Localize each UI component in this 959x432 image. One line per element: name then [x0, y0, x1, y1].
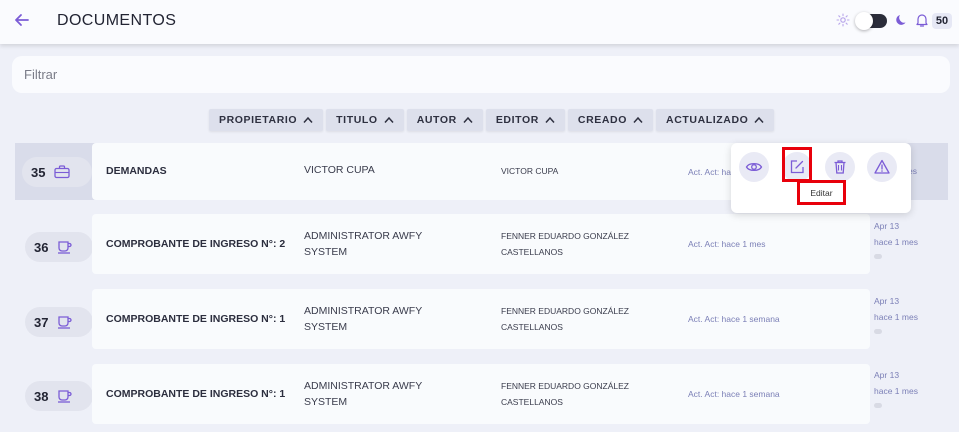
- edit-button-highlight: [782, 147, 812, 182]
- sort-editor-button[interactable]: EDITOR: [485, 109, 565, 131]
- sort-bar: PROPIETARIO TITULO AUTOR EDITOR CREADO A…: [209, 109, 775, 131]
- created-date: Apr 13: [874, 221, 900, 231]
- row-number: 35: [31, 164, 46, 180]
- row-number: 36: [34, 239, 49, 255]
- eye-icon: [745, 162, 763, 172]
- document-title: DEMANDAS: [106, 165, 167, 177]
- document-title: COMPROBANTE DE INGRESO N°: 2: [106, 238, 286, 250]
- sort-creado-button[interactable]: CREADO: [567, 109, 654, 131]
- chevron-up-icon: [303, 116, 313, 123]
- sort-label: ACTUALIZADO: [666, 114, 749, 126]
- document-updated: Act. Act: ha: [688, 167, 731, 177]
- cup-icon: [58, 241, 73, 254]
- sort-titulo-button[interactable]: TITULO: [326, 109, 404, 131]
- document-author: VICTOR CUPA: [501, 166, 559, 176]
- moon-icon: [896, 15, 906, 25]
- status-dot: [874, 254, 882, 259]
- document-owner: ADMINISTRATOR AWFY SYSTEM: [304, 305, 423, 333]
- document-updated: Act. Act: hace 1 semana: [688, 314, 780, 324]
- page-title: DOCUMENTOS: [57, 12, 177, 29]
- document-created: Apr 13 hace 1 mes: [874, 293, 918, 334]
- sun-icon: [836, 13, 850, 27]
- filter-bar: [12, 56, 950, 93]
- sort-label: PROPIETARIO: [219, 114, 298, 126]
- sort-autor-button[interactable]: AUTOR: [406, 109, 483, 131]
- row-number: 37: [34, 314, 49, 330]
- document-created: Apr 13 hace 1 mes: [874, 218, 918, 259]
- top-bar: DOCUMENTOS 50: [0, 0, 959, 44]
- row-number-pill: 38: [25, 381, 93, 411]
- chevron-up-icon: [633, 116, 643, 123]
- document-owner: VICTOR CUPA: [304, 164, 375, 176]
- created-ago: hace 1 mes: [874, 237, 918, 247]
- document-updated: Act. Act: hace 1 mes: [688, 239, 766, 249]
- document-author: FENNER EDUARDO GONZÁLEZ CASTELLANOS: [501, 231, 629, 257]
- cup-icon: [58, 390, 73, 403]
- row-number-pill: 37: [25, 307, 93, 337]
- created-date: Apr 13: [874, 370, 900, 380]
- delete-button[interactable]: [825, 152, 855, 182]
- filter-input[interactable]: [12, 56, 950, 93]
- briefcase-icon: [54, 165, 71, 179]
- sort-label: AUTOR: [416, 114, 457, 126]
- created-ago: hace 1 mes: [874, 312, 918, 322]
- trash-icon: [834, 160, 846, 174]
- cup-icon: [58, 316, 73, 329]
- document-card[interactable]: COMPROBANTE DE INGRESO N°: 1 ADMINISTRAT…: [92, 364, 870, 424]
- toggle-knob: [855, 12, 873, 30]
- chevron-up-icon: [754, 116, 765, 123]
- created-ago: hace 1 mes: [874, 386, 918, 396]
- document-created: Apr 13 hace 1 mes: [874, 367, 918, 408]
- document-card[interactable]: COMPROBANTE DE INGRESO N°: 2 ADMINISTRAT…: [92, 214, 870, 274]
- document-updated: Act. Act: hace 1 semana: [688, 389, 780, 399]
- document-author: FENNER EDUARDO GONZÁLEZ CASTELLANOS: [501, 306, 629, 332]
- document-card[interactable]: DEMANDAS VICTOR CUPA VICTOR CUPA Act. Ac…: [92, 143, 742, 200]
- sort-label: EDITOR: [495, 114, 539, 126]
- edit-tooltip: Editar: [800, 183, 843, 202]
- status-dot: [874, 329, 882, 334]
- view-button[interactable]: [739, 152, 769, 182]
- document-title: COMPROBANTE DE INGRESO N°: 1: [106, 388, 286, 400]
- created-date: Apr 13: [874, 296, 900, 306]
- document-title: COMPROBANTE DE INGRESO N°: 1: [106, 313, 286, 325]
- bell-icon[interactable]: [914, 12, 930, 28]
- document-owner: ADMINISTRATOR AWFY SYSTEM: [304, 230, 423, 258]
- chevron-up-icon: [545, 116, 555, 123]
- back-arrow-icon[interactable]: [12, 10, 32, 30]
- report-button[interactable]: [867, 152, 897, 182]
- chevron-up-icon: [384, 116, 394, 123]
- sort-actualizado-button[interactable]: ACTUALIZADO: [656, 109, 775, 131]
- document-owner: ADMINISTRATOR AWFY SYSTEM: [304, 380, 423, 408]
- warning-icon: [874, 159, 890, 174]
- document-author: FENNER EDUARDO GONZÁLEZ CASTELLANOS: [501, 381, 629, 407]
- chevron-up-icon: [463, 116, 473, 123]
- sort-label: CREADO: [577, 114, 628, 126]
- sort-propietario-button[interactable]: PROPIETARIO: [209, 109, 324, 131]
- theme-toggle[interactable]: [855, 12, 887, 30]
- row-number-pill: 36: [25, 232, 93, 262]
- row-number-pill: 35: [22, 157, 92, 187]
- notification-count-badge: 50: [932, 13, 952, 29]
- status-dot: [874, 403, 882, 408]
- row-number: 38: [34, 388, 49, 404]
- document-card[interactable]: COMPROBANTE DE INGRESO N°: 1 ADMINISTRAT…: [92, 289, 870, 349]
- sort-label: TITULO: [336, 114, 378, 126]
